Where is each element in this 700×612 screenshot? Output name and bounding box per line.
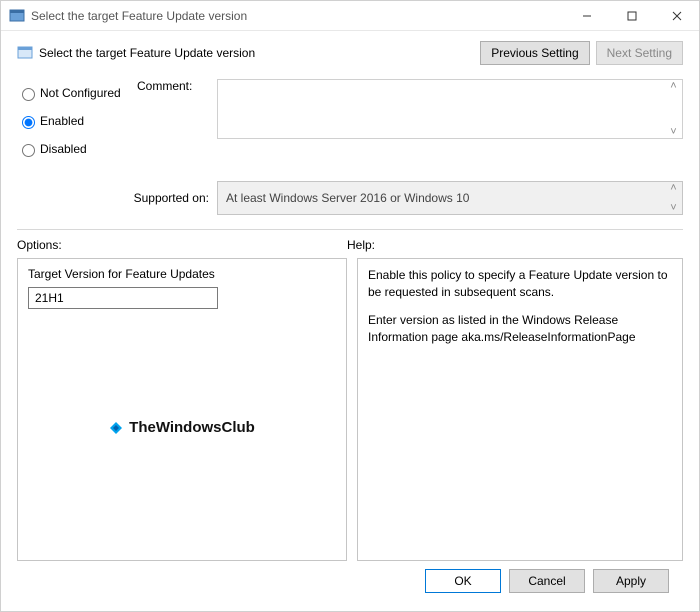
radio-label: Enabled (40, 114, 84, 128)
previous-setting-button[interactable]: Previous Setting (480, 41, 589, 65)
options-section-label: Options: (17, 238, 347, 252)
radio-label: Not Configured (40, 86, 121, 100)
scroll-down-icon[interactable]: ˅ (665, 126, 682, 138)
dialog-window: Select the target Feature Update version… (0, 0, 700, 612)
policy-icon (17, 45, 33, 61)
page-title: Select the target Feature Update version (39, 46, 474, 60)
next-setting-button: Next Setting (596, 41, 683, 65)
divider (17, 229, 683, 230)
scroll-down-icon: ˅ (665, 202, 682, 214)
radio-not-configured-input[interactable] (22, 88, 35, 101)
window-title: Select the target Feature Update version (31, 9, 564, 23)
close-button[interactable] (654, 1, 699, 31)
scroll-up-icon: ˄ (665, 182, 682, 194)
supported-on-value: At least Windows Server 2016 or Windows … (226, 191, 665, 205)
help-paragraph-1: Enable this policy to specify a Feature … (368, 267, 672, 302)
target-version-label: Target Version for Feature Updates (28, 267, 336, 281)
help-paragraph-2: Enter version as listed in the Windows R… (368, 312, 672, 347)
supported-on-label: Supported on: (17, 191, 217, 205)
titlebar: Select the target Feature Update version (1, 1, 699, 31)
app-icon (9, 8, 25, 24)
help-section-label: Help: (347, 238, 375, 252)
watermark-text: TheWindowsClub (129, 419, 255, 436)
header-row: Select the target Feature Update version… (17, 41, 683, 65)
watermark: TheWindowsClub (18, 419, 346, 436)
dialog-footer: OK Cancel Apply (17, 561, 683, 601)
options-pane: Target Version for Feature Updates TheWi… (17, 258, 347, 561)
radio-enabled-input[interactable] (22, 116, 35, 129)
radio-disabled[interactable]: Disabled (17, 141, 137, 157)
supported-on-value-box: At least Windows Server 2016 or Windows … (217, 181, 683, 215)
help-pane: Enable this policy to specify a Feature … (357, 258, 683, 561)
maximize-button[interactable] (609, 1, 654, 31)
cancel-button[interactable]: Cancel (509, 569, 585, 593)
window-controls (564, 1, 699, 31)
scroll-up-icon[interactable]: ˄ (665, 80, 682, 92)
radio-disabled-input[interactable] (22, 144, 35, 157)
radio-enabled[interactable]: Enabled (17, 113, 137, 129)
ok-button[interactable]: OK (425, 569, 501, 593)
apply-button[interactable]: Apply (593, 569, 669, 593)
radio-not-configured[interactable]: Not Configured (17, 85, 137, 101)
radio-label: Disabled (40, 142, 87, 156)
state-radio-group: Not Configured Enabled Disabled (17, 79, 137, 169)
minimize-button[interactable] (564, 1, 609, 31)
watermark-icon (109, 421, 123, 435)
target-version-input[interactable] (28, 287, 218, 309)
comment-value (218, 80, 665, 138)
comment-textarea[interactable]: ˄ ˅ (217, 79, 683, 139)
comment-label: Comment: (137, 79, 217, 139)
